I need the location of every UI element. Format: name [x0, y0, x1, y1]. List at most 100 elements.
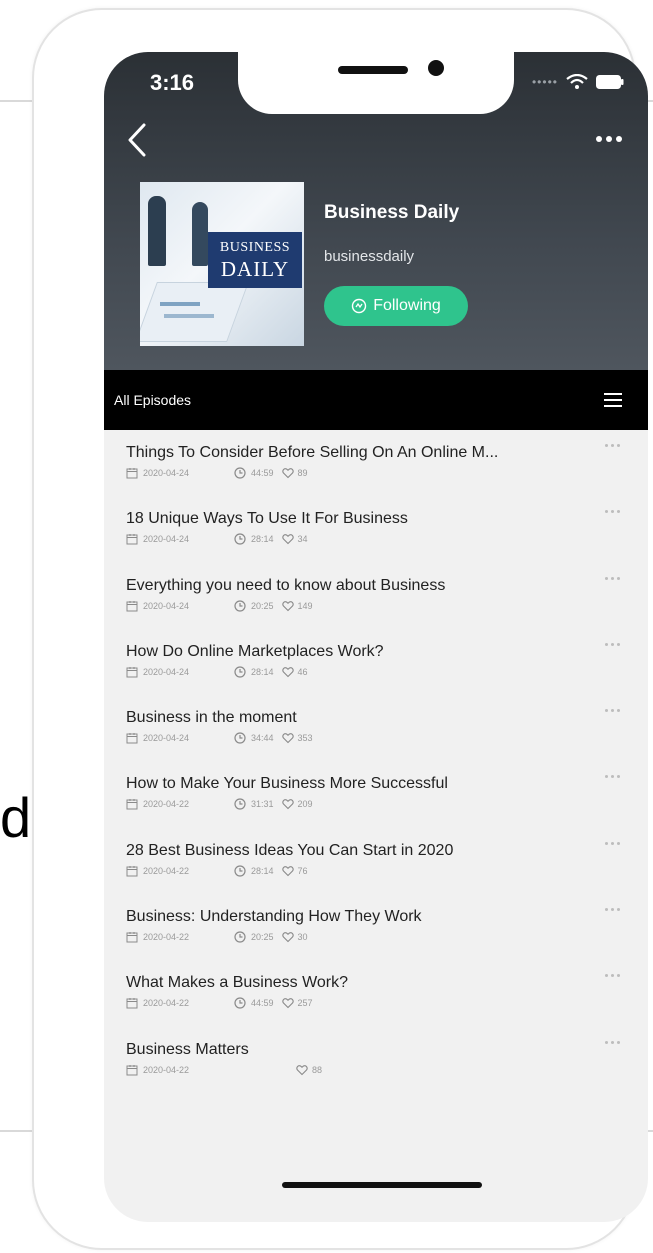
- episode-item[interactable]: Business Matters 2020-04-22 88: [104, 1027, 648, 1093]
- episode-meta: 2020-04-22 20:25 30: [126, 931, 648, 943]
- heart-icon: [281, 865, 294, 877]
- episode-likes: 209: [281, 798, 313, 810]
- phone-notch: [238, 52, 514, 114]
- episode-date: 2020-04-22: [126, 865, 234, 877]
- clock-icon: [234, 467, 246, 479]
- episode-meta: 2020-04-24 34:44 353: [126, 732, 648, 744]
- calendar-icon: [126, 932, 138, 943]
- calendar-icon: [126, 998, 138, 1009]
- episode-item[interactable]: Things To Consider Before Selling On An …: [104, 430, 648, 496]
- episode-title: Things To Consider Before Selling On An …: [126, 444, 499, 461]
- episode-title: How to Make Your Business More Successfu…: [126, 775, 448, 793]
- home-indicator[interactable]: [282, 1182, 482, 1188]
- calendar-icon: [126, 468, 138, 479]
- episode-date: 2020-04-24: [126, 732, 234, 744]
- episode-likes: 34: [281, 533, 308, 545]
- episode-item[interactable]: What Makes a Business Work? 2020-04-22 4…: [104, 960, 648, 1026]
- episode-more-icon[interactable]: [605, 642, 620, 646]
- episode-more-icon[interactable]: [605, 974, 620, 978]
- episode-more-icon[interactable]: [605, 775, 620, 779]
- signal-icon: •••••: [531, 75, 558, 89]
- episode-likes: 257: [281, 997, 313, 1009]
- episode-meta: 2020-04-22 28:14 76: [126, 865, 648, 877]
- episode-item[interactable]: 18 Unique Ways To Use It For Business 20…: [104, 496, 648, 562]
- episode-likes: 149: [281, 600, 313, 612]
- episode-likes: 89: [281, 467, 308, 479]
- episode-duration: 28:14: [234, 533, 274, 545]
- episode-more-icon[interactable]: [605, 1040, 620, 1044]
- heart-icon: [281, 600, 294, 611]
- episode-duration: 34:44: [234, 732, 274, 744]
- episode-item[interactable]: Everything you need to know about Busine…: [104, 563, 648, 629]
- heart-icon: [281, 667, 294, 678]
- episode-likes: 30: [281, 931, 308, 943]
- episode-date: 2020-04-22: [126, 1064, 234, 1076]
- episode-item[interactable]: Business in the moment 2020-04-24 34:44: [104, 695, 648, 761]
- episode-date: 2020-04-24: [126, 533, 234, 545]
- episode-date: 2020-04-24: [126, 600, 234, 612]
- episode-title: 28 Best Business Ideas You Can Start in …: [126, 841, 454, 859]
- calendar-icon: [126, 733, 138, 744]
- episode-meta: 2020-04-22 88: [126, 1064, 648, 1076]
- background-partial-text: d: [0, 786, 32, 849]
- clock-icon: [234, 931, 246, 943]
- heart-icon: [281, 468, 294, 479]
- wifi-icon: [566, 74, 588, 89]
- episode-more-icon[interactable]: [605, 444, 620, 447]
- episode-more-icon[interactable]: [605, 510, 620, 514]
- episode-meta: 2020-04-24 28:14 34: [126, 533, 648, 545]
- status-icons: •••••: [532, 74, 624, 90]
- episode-date: 2020-04-22: [126, 997, 234, 1009]
- episode-more-icon[interactable]: [605, 709, 620, 713]
- episode-more-icon[interactable]: [605, 841, 620, 845]
- tab-all-episodes[interactable]: All Episodes: [114, 392, 191, 408]
- episode-duration: 44:59: [234, 467, 274, 479]
- episode-list: Things To Consider Before Selling On An …: [104, 430, 648, 1093]
- episode-date: 2020-04-24: [126, 467, 234, 479]
- following-button[interactable]: Following: [324, 286, 468, 326]
- episode-item[interactable]: How to Make Your Business More Successfu…: [104, 761, 648, 827]
- calendar-icon: [126, 534, 138, 545]
- episode-duration: 44:59: [234, 997, 274, 1009]
- menu-icon[interactable]: [604, 393, 622, 407]
- more-options-icon[interactable]: [596, 136, 622, 142]
- clock-icon: [234, 798, 246, 811]
- clock-icon: [234, 533, 246, 545]
- episode-more-icon[interactable]: [605, 908, 620, 912]
- back-icon[interactable]: [126, 122, 148, 158]
- episode-title: Business in the moment: [126, 709, 297, 727]
- episode-duration: 20:25: [234, 931, 274, 943]
- following-icon: [352, 298, 367, 314]
- battery-icon: [596, 75, 624, 89]
- calendar-icon: [126, 600, 138, 612]
- episode-item[interactable]: 28 Best Business Ideas You Can Start in …: [104, 828, 648, 894]
- podcast-title: Business Daily: [324, 202, 460, 223]
- front-camera: [428, 60, 444, 76]
- clock-icon: [234, 865, 246, 877]
- podcast-handle: businessdaily: [324, 248, 415, 265]
- clock-icon: [234, 732, 246, 744]
- episode-meta: 2020-04-24 20:25 149: [126, 599, 648, 612]
- episode-title: Business Matters: [126, 1040, 249, 1058]
- episode-item[interactable]: Business: Understanding How They Work 20…: [104, 894, 648, 960]
- episode-item[interactable]: How Do Online Marketplaces Work? 2020-04…: [104, 629, 648, 695]
- heart-icon: [281, 534, 294, 545]
- calendar-icon: [126, 666, 138, 678]
- episode-meta: 2020-04-22 31:31 209: [126, 798, 648, 811]
- heart-icon: [281, 799, 294, 810]
- episode-title: How Do Online Marketplaces Work?: [126, 642, 384, 660]
- episode-title: 18 Unique Ways To Use It For Business: [126, 510, 408, 528]
- calendar-icon: [126, 865, 138, 877]
- episode-date: 2020-04-24: [126, 666, 234, 678]
- episode-title: Business: Understanding How They Work: [126, 908, 422, 926]
- heart-icon: [281, 998, 294, 1009]
- heart-icon: [281, 733, 294, 744]
- episode-title: Everything you need to know about Busine…: [126, 576, 446, 594]
- episode-more-icon[interactable]: [605, 576, 620, 580]
- heart-icon: [281, 932, 294, 943]
- episode-likes: 76: [281, 865, 308, 877]
- episode-duration: 28:14: [234, 666, 274, 678]
- speaker-grille: [338, 66, 408, 74]
- episodes-tab-bar: All Episodes: [104, 370, 648, 430]
- episode-title: What Makes a Business Work?: [126, 974, 349, 992]
